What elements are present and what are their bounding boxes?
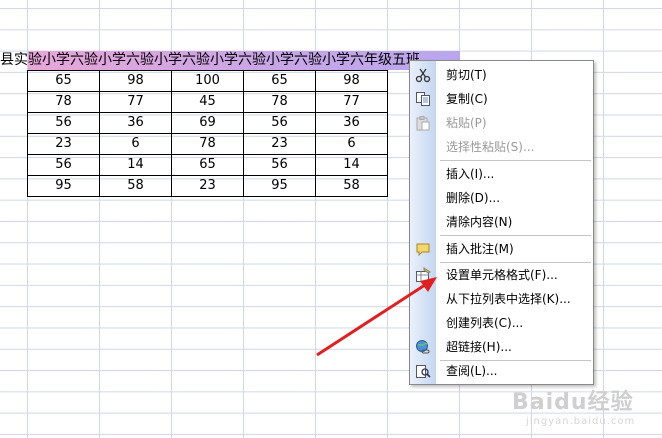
watermark-text: Baidu经验 [512, 390, 634, 415]
baidu-watermark: Baidu经验 jingyan.baidu.com [512, 384, 657, 430]
annotation-arrow [316, 277, 437, 357]
watermark-subtext: jingyan.baidu.com [526, 416, 636, 427]
